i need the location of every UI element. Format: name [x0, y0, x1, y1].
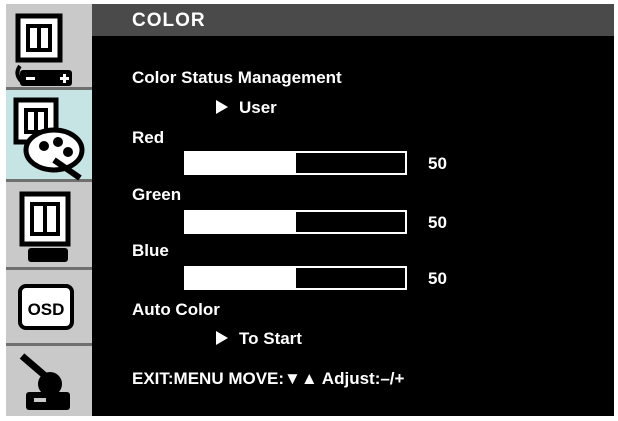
red-slider-fill: [186, 153, 296, 173]
page-title: COLOR: [132, 10, 206, 31]
tab-color[interactable]: [6, 90, 92, 182]
red-value: 50: [428, 154, 447, 173]
osd-icon: OSD: [18, 284, 74, 330]
arrow-right-icon: [216, 100, 228, 114]
green-value: 50: [428, 213, 447, 232]
tab-brightness-contrast[interactable]: [6, 4, 92, 90]
color-status-value: User: [239, 98, 277, 117]
auto-color-action: To Start: [239, 329, 302, 348]
auto-color-start-option[interactable]: To Start: [216, 329, 302, 349]
red-slider[interactable]: [184, 151, 407, 175]
svg-text:OSD: OSD: [28, 300, 65, 319]
monitor-brightness-icon: [15, 13, 72, 86]
auto-color-label: Auto Color: [132, 300, 220, 319]
osd-menu: OSD COLOR Color Status Management User R…: [6, 4, 614, 416]
blue-label: Blue: [132, 241, 169, 260]
menu-content: Color Status Management User Red 50 Gree…: [92, 36, 614, 416]
green-slider[interactable]: [184, 210, 407, 234]
tab-osd[interactable]: OSD: [6, 270, 92, 346]
red-label: Red: [132, 128, 165, 147]
blue-slider[interactable]: [184, 266, 407, 290]
sidebar: OSD: [6, 4, 92, 416]
tools-setup-icon: [19, 353, 70, 410]
color-status-label: Color Status Management: [132, 68, 342, 87]
monitor-image-icon: [19, 191, 71, 262]
arrow-right-icon: [216, 331, 228, 345]
monitor-color-palette-icon: [13, 97, 85, 181]
blue-slider-fill: [186, 268, 296, 288]
blue-value: 50: [428, 269, 447, 288]
tab-setup[interactable]: [6, 346, 92, 416]
green-label: Green: [132, 185, 182, 204]
footer-hint: EXIT:MENU MOVE:▼▲ Adjust:–/+: [132, 369, 405, 388]
tab-image[interactable]: [6, 182, 92, 270]
color-status-option[interactable]: User: [216, 98, 277, 118]
green-slider-fill: [186, 212, 296, 232]
menu-header: COLOR: [92, 4, 614, 36]
